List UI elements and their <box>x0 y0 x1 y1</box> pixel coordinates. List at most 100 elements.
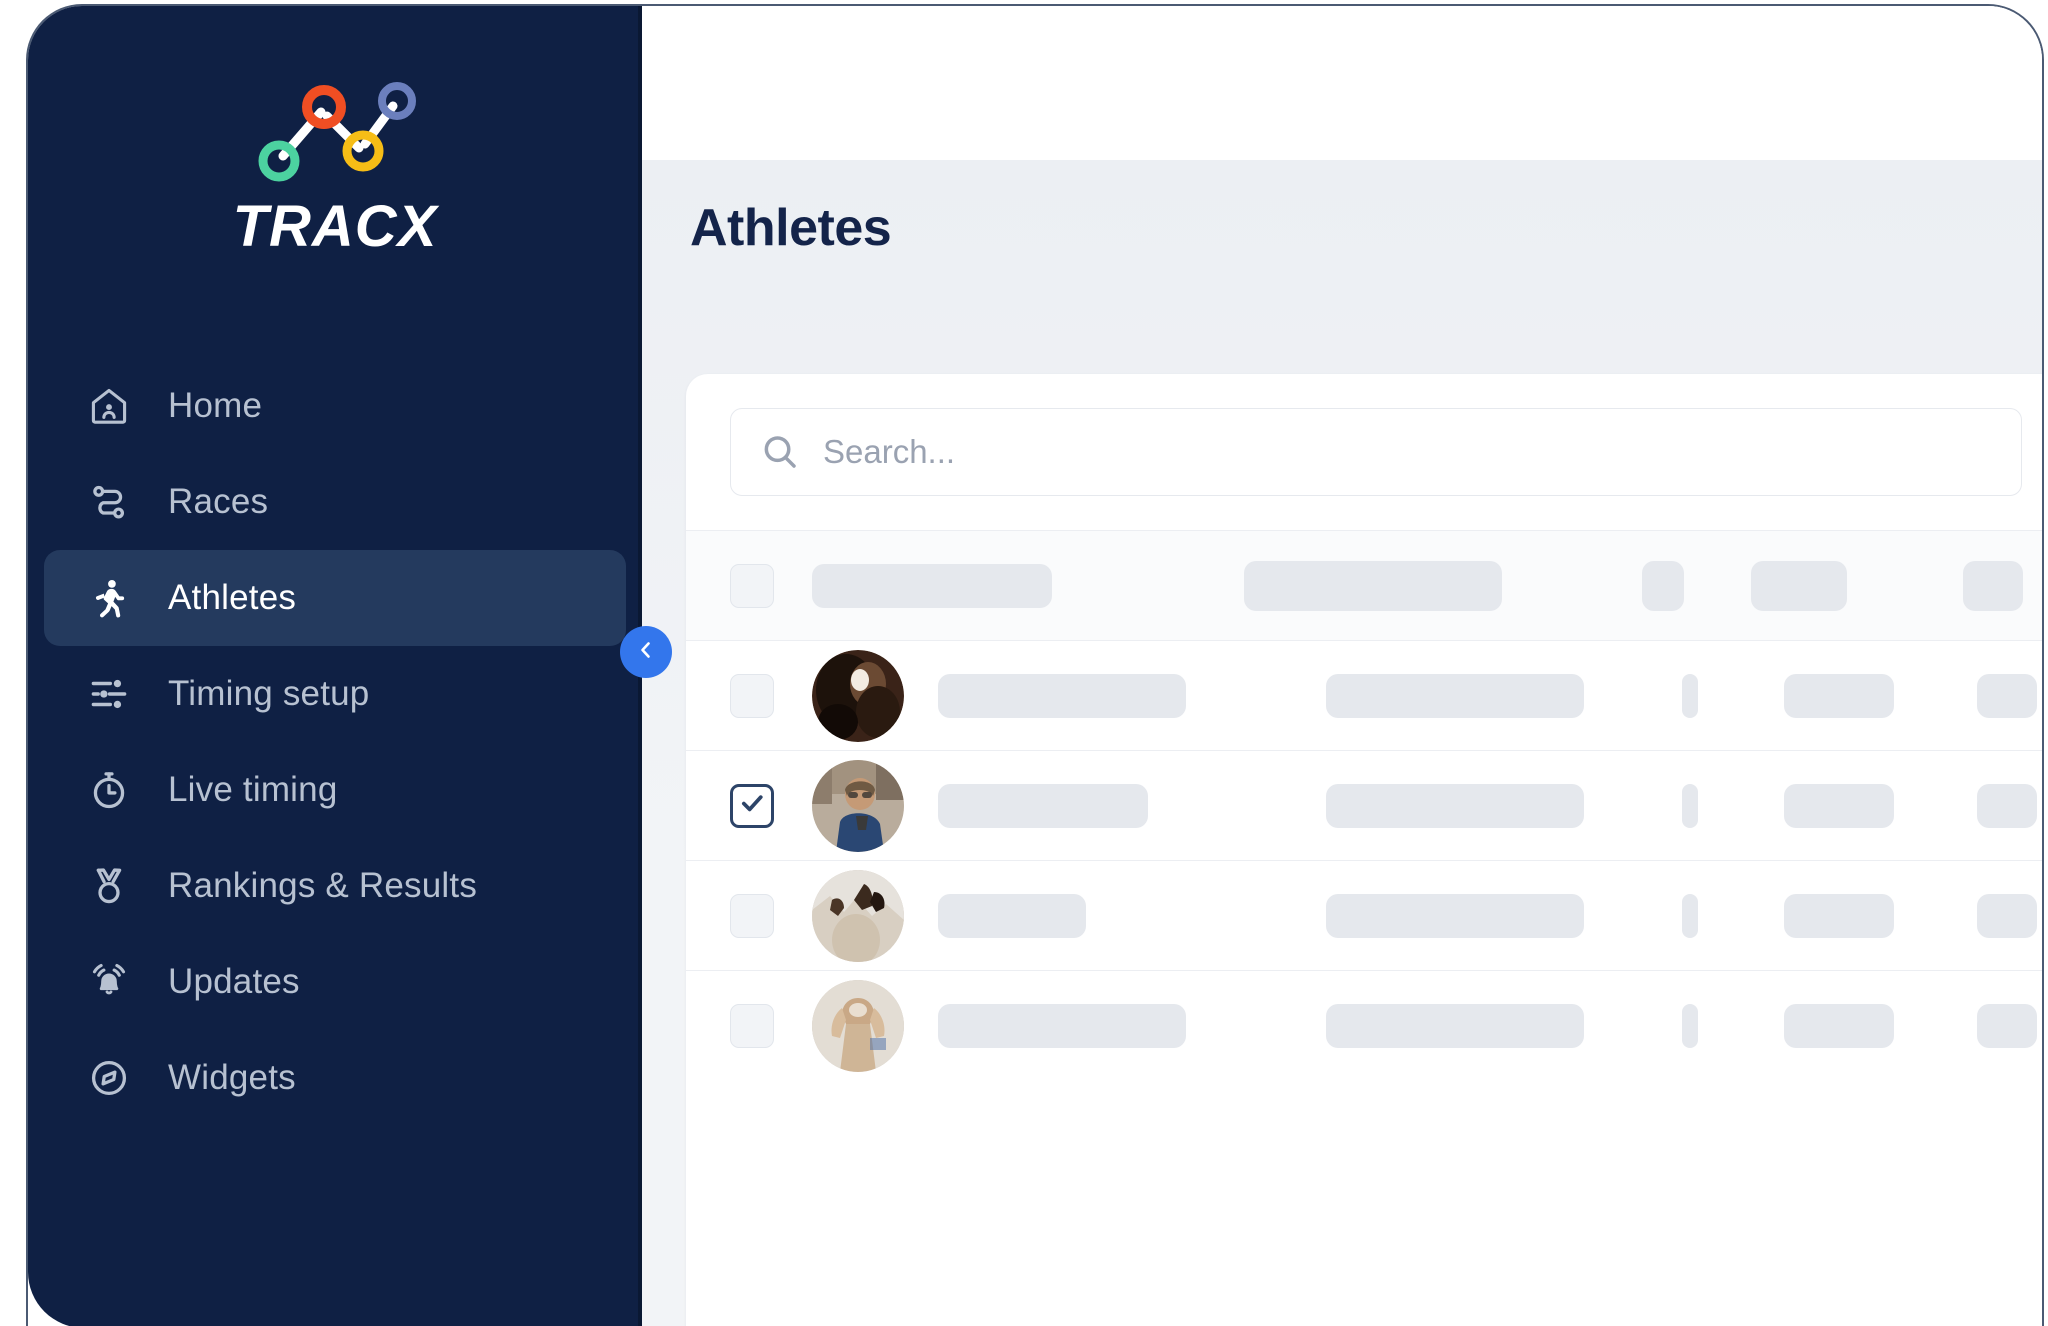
skeleton-cell-small <box>1784 673 1918 718</box>
skeleton-bar <box>1326 783 1585 828</box>
skeleton-cell-mid <box>1326 1003 1609 1048</box>
skeleton-bar <box>1681 1003 1698 1048</box>
page-title: Athletes <box>690 199 892 257</box>
skeleton-cell-thin <box>1641 560 1693 611</box>
skeleton-bar <box>1681 673 1698 718</box>
sidebar-item-label: Updates <box>168 962 300 1001</box>
avatar <box>812 979 904 1072</box>
skeleton-bar <box>1326 673 1585 718</box>
skeleton-bar <box>1326 893 1585 938</box>
skeleton-bar <box>1976 1003 2037 1048</box>
content-area: Athletes <box>642 160 2042 1326</box>
chevron-left-icon <box>634 638 658 667</box>
brand-name: TRACX <box>232 194 438 259</box>
table-row[interactable] <box>686 860 2042 970</box>
skeleton-cell-last <box>1963 560 2042 611</box>
bell-signal-icon <box>86 959 132 1005</box>
check-icon <box>738 789 766 822</box>
sidebar-item-label: Rankings & Results <box>168 866 478 905</box>
table-row[interactable] <box>686 750 2042 860</box>
skeleton-bar <box>1751 560 1848 611</box>
skeleton-bar <box>1784 893 1895 938</box>
home-icon <box>86 383 132 429</box>
skeleton-bar <box>1976 893 2037 938</box>
skeleton-bar <box>938 893 1086 938</box>
sidebar-item-races[interactable]: Races <box>44 454 626 550</box>
sidebar-item-athletes[interactable]: Athletes <box>44 550 626 646</box>
skeleton-bar <box>1784 783 1895 828</box>
skeleton-cell-last <box>1976 783 2042 828</box>
sidebar-item-widgets[interactable]: Widgets <box>44 1030 626 1126</box>
skeleton-bar <box>1963 560 2024 611</box>
skeleton-cell-small <box>1784 1003 1918 1048</box>
skeleton-bar <box>938 783 1148 828</box>
skeleton-cell-mid <box>1326 673 1609 718</box>
sidebar-item-label: Home <box>168 386 263 425</box>
skeleton-cell-last <box>1976 673 2042 718</box>
main-content: Athletes <box>642 6 2042 1326</box>
brand-logo: TRACX <box>28 72 642 260</box>
row-checkbox[interactable] <box>730 783 774 828</box>
row-checkbox[interactable] <box>730 673 774 718</box>
row-checkbox[interactable] <box>730 893 774 938</box>
sidebar-item-updates[interactable]: Updates <box>44 934 626 1030</box>
row-checkbox[interactable] <box>730 1003 774 1048</box>
top-bar <box>642 6 2042 160</box>
skeleton-cell-name <box>938 893 1236 938</box>
skeleton-bar <box>1976 783 2037 828</box>
sliders-icon <box>86 671 132 717</box>
skeleton-cell-thin <box>1681 673 1727 718</box>
skeleton-bar <box>1681 783 1698 828</box>
tracx-chart-logo-icon <box>247 72 423 182</box>
skeleton-cell-name <box>938 783 1236 828</box>
skeleton-bar <box>1784 1003 1895 1048</box>
sidebar-item-rankings-results[interactable]: Rankings & Results <box>44 838 626 934</box>
skeleton-cell-mid <box>1326 783 1609 828</box>
skeleton-cell-small <box>1784 783 1918 828</box>
avatar <box>812 869 904 962</box>
sidebar-nav: Home Races Athletes Timing setup Live ti… <box>28 358 642 1126</box>
table-row[interactable] <box>686 970 2042 1080</box>
skeleton-bar <box>1641 560 1684 611</box>
skeleton-bar <box>938 1003 1186 1048</box>
skeleton-cell-last <box>1976 893 2042 938</box>
skeleton-bar <box>1326 1003 1585 1048</box>
skeleton-bar <box>812 563 1052 608</box>
app-window: TRACX Home Races Athletes Timing setup L… <box>26 4 2044 1326</box>
skeleton-cell-thin <box>1681 1003 1727 1048</box>
skeleton-bar <box>1784 673 1895 718</box>
athletes-table-card <box>686 374 2042 1326</box>
sidebar-item-label: Timing setup <box>168 674 370 713</box>
search-icon <box>759 431 801 473</box>
skeleton-cell-small <box>1751 560 1905 611</box>
sidebar: TRACX Home Races Athletes Timing setup L… <box>28 6 642 1326</box>
table-row[interactable] <box>686 640 2042 750</box>
skeleton-cell-name <box>938 673 1236 718</box>
table-header-row <box>686 530 2042 640</box>
avatar <box>812 759 904 852</box>
skeleton-cell-small <box>1784 893 1918 938</box>
skeleton-bar <box>1681 893 1698 938</box>
skeleton-cell-thin <box>1681 783 1727 828</box>
skeleton-cell-name <box>938 1003 1236 1048</box>
search-area <box>686 374 2042 530</box>
sidebar-item-label: Live timing <box>168 770 338 809</box>
skeleton-cell-name <box>812 563 1154 608</box>
sidebar-item-live-timing[interactable]: Live timing <box>44 742 626 838</box>
medal-icon <box>86 863 132 909</box>
skeleton-cell-thin <box>1681 893 1727 938</box>
sidebar-item-label: Athletes <box>168 578 297 617</box>
sidebar-item-home[interactable]: Home <box>44 358 626 454</box>
skeleton-cell-mid <box>1326 893 1609 938</box>
skeleton-bar <box>938 673 1186 718</box>
search-box[interactable] <box>730 408 2022 496</box>
sidebar-collapse-button[interactable] <box>620 626 672 678</box>
skeleton-cell-mid <box>1244 560 1569 611</box>
search-input[interactable] <box>823 433 1959 471</box>
select-all-checkbox[interactable] <box>730 563 774 608</box>
sidebar-item-label: Races <box>168 482 269 521</box>
sidebar-item-label: Widgets <box>168 1058 296 1097</box>
compass-icon <box>86 1055 132 1101</box>
sidebar-item-timing-setup[interactable]: Timing setup <box>44 646 626 742</box>
skeleton-bar <box>1244 560 1503 611</box>
